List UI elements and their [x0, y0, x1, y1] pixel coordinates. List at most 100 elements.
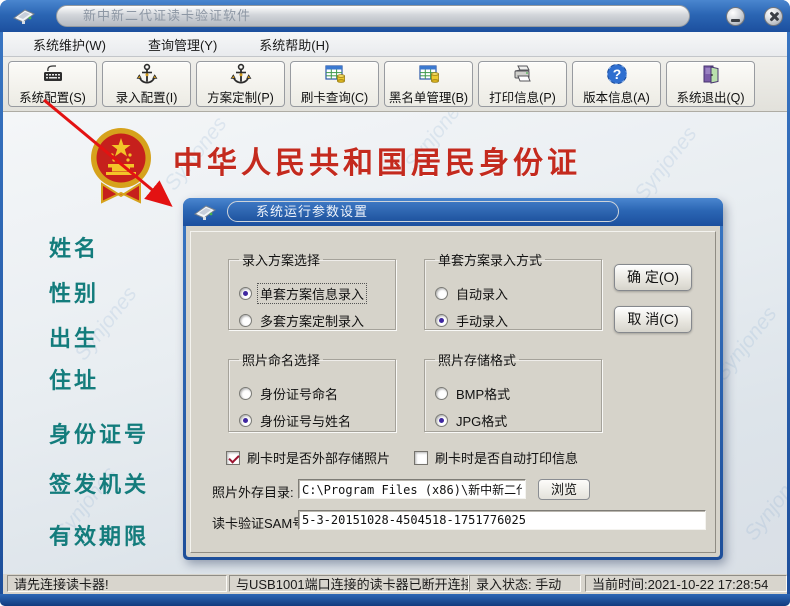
dialog-title-bar[interactable]: 系统运行参数设置	[183, 198, 723, 226]
title-bar[interactable]: 新中新二代证读卡验证软件	[0, 0, 790, 32]
question-icon: ?	[605, 62, 629, 86]
group-title: 照片存储格式	[435, 350, 519, 369]
watermark: Synjones	[740, 463, 787, 546]
window-title: 新中新二代证读卡验证软件	[56, 5, 690, 27]
status-bar: 请先连接读卡器! 与USB1001端口连接的读卡器已断开连接 录入状态: 手动 …	[3, 574, 787, 594]
sam-number-input[interactable]	[298, 510, 706, 530]
group-title: 单套方案录入方式	[435, 250, 545, 269]
toolbar-button-label: 录入配置(I)	[116, 87, 178, 106]
toolbar-button-version-info[interactable]: ? 版本信息(A)	[572, 61, 661, 107]
anchor-icon	[229, 62, 253, 86]
toolbar-button-label: 系统配置(S)	[19, 87, 86, 106]
radio-label: 身份证号与姓名	[258, 411, 353, 430]
toolbar-button-scheme-custom[interactable]: 方案定制(P)	[196, 61, 285, 107]
toolbar-button-print-info[interactable]: 打印信息(P)	[478, 61, 567, 107]
field-label-address: 住址	[49, 363, 99, 395]
toolbar: 系统配置(S) 录入配置(I)	[3, 57, 787, 112]
status-current-time: 当前时间:2021-10-22 17:28:54	[585, 575, 787, 592]
cancel-button[interactable]: 取 消(C)	[614, 306, 692, 333]
radio-icon	[239, 287, 252, 300]
toolbar-button-input-config[interactable]: 录入配置(I)	[102, 61, 191, 107]
radio-option-single-scheme[interactable]: 单套方案信息录入	[239, 284, 387, 302]
radio-option-jpg-format[interactable]: JPG格式	[435, 411, 593, 429]
application-window: 新中新二代证读卡验证软件 系统维护(W) 查询管理(Y) 系统帮助(H)	[0, 0, 790, 606]
card-reader-icon	[12, 6, 36, 26]
menu-system-maintenance[interactable]: 系统维护(W)	[33, 35, 106, 54]
group-photo-naming: 照片命名选择 身份证号命名 身份证号与姓名	[228, 350, 396, 432]
checkbox-store-photo-external[interactable]: 刷卡时是否外部存储照片	[226, 448, 390, 467]
menu-system-help[interactable]: 系统帮助(H)	[259, 35, 329, 54]
dialog-body: 录入方案选择 单套方案信息录入 多套方案定制录入 单套方案录入方式	[186, 226, 720, 557]
toolbar-button-system-config[interactable]: 系统配置(S)	[8, 61, 97, 107]
radio-option-auto-input[interactable]: 自动录入	[435, 284, 593, 302]
group-input-mode: 单套方案录入方式 自动录入 手动录入	[424, 250, 602, 330]
radio-icon	[435, 287, 448, 300]
checkbox-auto-print-info[interactable]: 刷卡时是否自动打印信息	[414, 448, 578, 467]
radio-icon	[239, 414, 252, 427]
radio-label: 身份证号命名	[258, 384, 340, 403]
toolbar-button-label: 方案定制(P)	[207, 87, 274, 106]
group-title: 录入方案选择	[239, 250, 323, 269]
radio-label: 手动录入	[454, 311, 510, 330]
toolbar-button-system-exit[interactable]: 系统退出(Q)	[666, 61, 755, 107]
radio-option-bmp-format[interactable]: BMP格式	[435, 384, 593, 402]
window-bottom-frame	[0, 594, 790, 606]
field-label-sex: 性别	[49, 276, 99, 308]
toolbar-button-label: 系统退出(Q)	[676, 87, 744, 106]
checkbox-label: 刷卡时是否自动打印信息	[435, 448, 578, 467]
browse-button[interactable]: 浏览	[538, 479, 590, 500]
close-button[interactable]	[764, 7, 783, 26]
anchor-icon	[135, 62, 159, 86]
svg-text:?: ?	[612, 66, 621, 82]
menu-query-management[interactable]: 查询管理(Y)	[148, 35, 217, 54]
radio-icon	[435, 414, 448, 427]
radio-icon	[239, 387, 252, 400]
minimize-button[interactable]	[726, 7, 745, 26]
radio-option-multi-scheme[interactable]: 多套方案定制录入	[239, 311, 387, 329]
card-reader-icon	[193, 202, 217, 222]
toolbar-button-label: 黑名单管理(B)	[389, 87, 468, 106]
radio-icon	[239, 314, 252, 327]
checkbox-icon	[414, 451, 428, 465]
keyboard-icon	[41, 62, 65, 86]
toolbar-button-label: 版本信息(A)	[583, 87, 650, 106]
main-area: Synjones Synjones Synjones Synjones Synj…	[3, 112, 787, 574]
sam-label: 读卡验证SAM号	[212, 513, 305, 532]
checkbox-icon	[226, 451, 240, 465]
table-database-icon	[417, 62, 441, 86]
group-input-scheme: 录入方案选择 单套方案信息录入 多套方案定制录入	[228, 250, 396, 330]
toolbar-button-label: 打印信息(P)	[489, 87, 556, 106]
radio-option-name-by-id[interactable]: 身份证号命名	[239, 384, 387, 402]
photo-dir-label: 照片外存目录:	[212, 482, 294, 501]
radio-label: BMP格式	[454, 384, 512, 403]
toolbar-button-card-query[interactable]: 刷卡查询(C)	[290, 61, 379, 107]
menu-bar: 系统维护(W) 查询管理(Y) 系统帮助(H)	[3, 32, 787, 57]
radio-label: 多套方案定制录入	[258, 311, 366, 330]
status-input-mode: 录入状态: 手动	[469, 575, 581, 592]
page-title: 中华人民共和国居民身份证	[173, 138, 581, 182]
field-label-name: 姓名	[49, 231, 99, 263]
radio-label: 单套方案信息录入	[258, 284, 366, 303]
radio-label: 自动录入	[454, 284, 510, 303]
watermark: Synjones	[630, 123, 702, 206]
ok-button[interactable]: 确 定(O)	[614, 264, 692, 291]
settings-dialog: 系统运行参数设置 录入方案选择 单套方案信息录入 多套方案定制录入	[183, 198, 723, 560]
field-label-birth: 出生	[49, 321, 99, 353]
national-emblem	[88, 122, 154, 208]
radio-icon	[435, 314, 448, 327]
status-port-message: 与USB1001端口连接的读卡器已断开连接	[229, 575, 469, 592]
checkbox-label: 刷卡时是否外部存储照片	[247, 448, 390, 467]
photo-dir-input[interactable]	[298, 479, 526, 499]
radio-option-name-by-id-and-name[interactable]: 身份证号与姓名	[239, 411, 387, 429]
table-icon	[323, 62, 347, 86]
toolbar-button-label: 刷卡查询(C)	[301, 87, 368, 106]
field-label-id-number: 身份证号	[49, 417, 149, 449]
field-label-issuer: 签发机关	[49, 467, 149, 499]
status-reader-message: 请先连接读卡器!	[7, 575, 227, 592]
radio-option-manual-input[interactable]: 手动录入	[435, 311, 593, 329]
toolbar-button-blacklist[interactable]: 黑名单管理(B)	[384, 61, 473, 107]
exit-icon	[699, 62, 723, 86]
radio-icon	[435, 387, 448, 400]
dialog-title: 系统运行参数设置	[227, 201, 619, 222]
group-title: 照片命名选择	[239, 350, 323, 369]
